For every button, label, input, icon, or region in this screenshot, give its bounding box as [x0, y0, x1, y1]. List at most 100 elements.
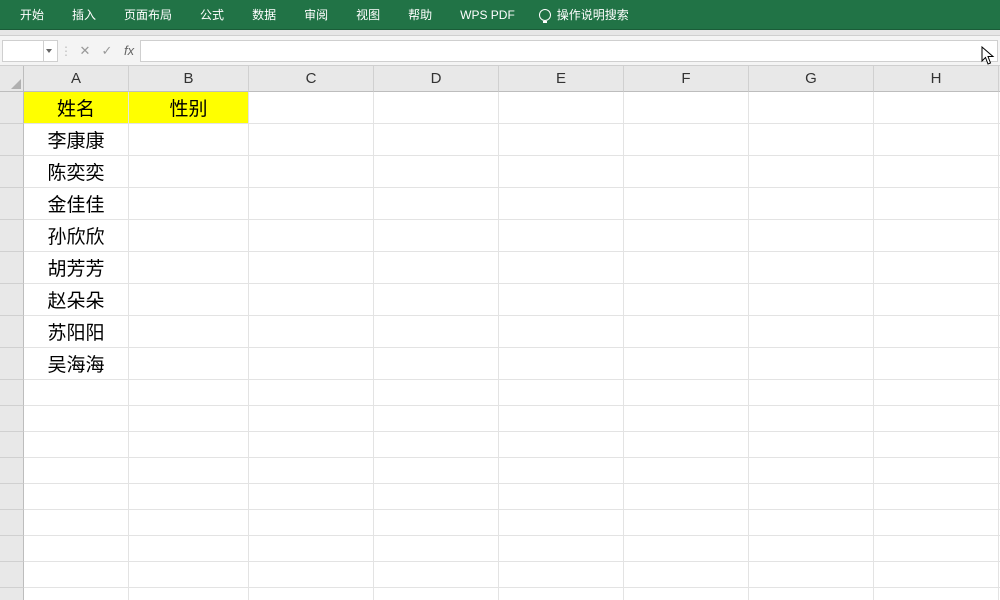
cell[interactable] [874, 92, 999, 124]
cell[interactable] [499, 156, 624, 188]
cell[interactable]: 性别 [129, 92, 249, 124]
cell[interactable] [374, 316, 499, 348]
cell[interactable] [129, 588, 249, 600]
cell[interactable] [874, 156, 999, 188]
cell[interactable] [374, 406, 499, 432]
cell[interactable] [129, 484, 249, 510]
cell[interactable] [499, 536, 624, 562]
cell[interactable] [249, 588, 374, 600]
formula-enter-button[interactable]: ✓ [96, 40, 118, 62]
cell[interactable] [874, 316, 999, 348]
cell[interactable]: 胡芳芳 [24, 252, 129, 284]
cell[interactable] [249, 348, 374, 380]
cell[interactable] [499, 406, 624, 432]
cell[interactable] [874, 432, 999, 458]
cell[interactable] [129, 316, 249, 348]
row-header[interactable] [0, 588, 24, 600]
cell[interactable] [749, 348, 874, 380]
cell[interactable] [249, 484, 374, 510]
ribbon-tab-insert[interactable]: 插入 [58, 0, 110, 29]
cell[interactable] [374, 588, 499, 600]
cell[interactable] [874, 284, 999, 316]
cell[interactable] [249, 432, 374, 458]
col-header-B[interactable]: B [129, 66, 249, 92]
row-header[interactable] [0, 510, 24, 536]
cell[interactable] [624, 220, 749, 252]
cell[interactable] [624, 316, 749, 348]
cell[interactable] [249, 316, 374, 348]
cell[interactable] [874, 562, 999, 588]
col-header-F[interactable]: F [624, 66, 749, 92]
cell[interactable] [749, 252, 874, 284]
cell[interactable] [874, 458, 999, 484]
cell[interactable] [624, 510, 749, 536]
cell[interactable] [749, 562, 874, 588]
cell[interactable] [24, 458, 129, 484]
row-header[interactable] [0, 484, 24, 510]
cell[interactable] [874, 588, 999, 600]
row-header[interactable] [0, 188, 24, 220]
cell[interactable] [129, 406, 249, 432]
cell[interactable] [624, 188, 749, 220]
cell[interactable] [749, 432, 874, 458]
cell[interactable]: 姓名 [24, 92, 129, 124]
ribbon-tab-view[interactable]: 视图 [342, 0, 394, 29]
cell[interactable] [129, 156, 249, 188]
cell[interactable] [499, 284, 624, 316]
row-header[interactable] [0, 124, 24, 156]
cell[interactable] [374, 348, 499, 380]
cell[interactable] [249, 252, 374, 284]
cell[interactable] [874, 252, 999, 284]
name-box-caret[interactable] [43, 40, 53, 62]
cell[interactable] [374, 536, 499, 562]
cell[interactable] [374, 188, 499, 220]
cell[interactable] [874, 406, 999, 432]
formula-cancel-button[interactable]: ✕ [74, 40, 96, 62]
cell[interactable] [624, 588, 749, 600]
cell[interactable] [374, 380, 499, 406]
formula-input[interactable] [140, 40, 998, 62]
cell[interactable] [499, 432, 624, 458]
ribbon-tab-start[interactable]: 开始 [6, 0, 58, 29]
cell[interactable] [129, 188, 249, 220]
cell[interactable] [249, 124, 374, 156]
row-header[interactable] [0, 536, 24, 562]
cell[interactable] [24, 406, 129, 432]
ribbon-tab-review[interactable]: 审阅 [290, 0, 342, 29]
cell[interactable] [249, 220, 374, 252]
cell[interactable] [24, 562, 129, 588]
cell[interactable] [24, 432, 129, 458]
cell[interactable] [374, 124, 499, 156]
cell[interactable] [129, 284, 249, 316]
cell[interactable] [129, 536, 249, 562]
cell[interactable] [749, 458, 874, 484]
cell[interactable] [874, 484, 999, 510]
cell[interactable] [249, 562, 374, 588]
cell[interactable] [24, 588, 129, 600]
cell[interactable] [624, 284, 749, 316]
cell[interactable]: 苏阳阳 [24, 316, 129, 348]
row-header[interactable] [0, 316, 24, 348]
cell[interactable] [374, 92, 499, 124]
cell[interactable] [374, 458, 499, 484]
cell[interactable] [249, 284, 374, 316]
row-header[interactable] [0, 562, 24, 588]
cell[interactable] [24, 536, 129, 562]
cell[interactable] [129, 432, 249, 458]
name-box[interactable] [2, 40, 58, 62]
select-all-corner[interactable] [0, 66, 24, 92]
cell[interactable] [749, 92, 874, 124]
cell[interactable] [624, 156, 749, 188]
col-header-C[interactable]: C [249, 66, 374, 92]
cell[interactable] [129, 124, 249, 156]
fx-label[interactable]: fx [118, 43, 140, 58]
cell[interactable] [874, 380, 999, 406]
cell[interactable] [374, 432, 499, 458]
cell[interactable] [24, 484, 129, 510]
ribbon-tab-data[interactable]: 数据 [238, 0, 290, 29]
cell[interactable]: 孙欣欣 [24, 220, 129, 252]
ribbon-tab-formula[interactable]: 公式 [186, 0, 238, 29]
ribbon-tab-layout[interactable]: 页面布局 [110, 0, 186, 29]
cell[interactable]: 陈奕奕 [24, 156, 129, 188]
row-header[interactable] [0, 432, 24, 458]
